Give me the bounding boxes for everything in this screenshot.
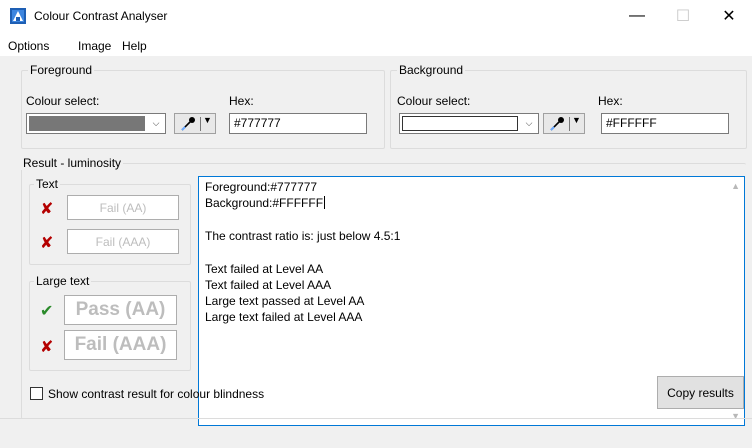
scroll-down-icon[interactable]: ▼ — [731, 411, 740, 421]
background-group-label: Background — [397, 63, 466, 77]
picker-separator — [200, 117, 201, 131]
result-line: Foreground:#777777 — [205, 180, 318, 194]
bg-eyedropper-button[interactable]: ▼ — [543, 113, 585, 134]
large-text-results-group: Large text ✔ Pass (AA) ✘ Fail (AAA) — [29, 274, 191, 371]
fg-hex-input[interactable]: #777777 — [229, 113, 367, 134]
fail-icon: ✘ — [40, 235, 54, 252]
result-line: Background:#FFFFFF — [205, 196, 326, 210]
bg-hex-label: Hex: — [598, 94, 623, 108]
text-group-label: Text — [34, 177, 61, 191]
menu-bar: Options Image Help — [0, 36, 752, 56]
status-bar-divider — [0, 418, 752, 419]
result-group-label: Result - luminosity — [21, 156, 124, 170]
colourblind-checkbox[interactable] — [30, 387, 43, 400]
scroll-up-icon[interactable]: ▲ — [731, 181, 740, 191]
window-title: Colour Contrast Analyser — [34, 9, 168, 23]
title-bar: Colour Contrast Analyser — ☐ ✕ — [0, 0, 752, 32]
text-caret — [324, 196, 326, 209]
large-text-group-label: Large text — [34, 274, 92, 288]
result-line: The contrast ratio is: just below 4.5:1 — [205, 229, 401, 243]
chevron-down-icon[interactable]: ▼ — [572, 115, 581, 125]
pass-icon: ✔ — [40, 303, 54, 320]
result-line: Large text passed at Level AA — [205, 294, 365, 308]
fail-icon: ✘ — [40, 339, 54, 356]
background-group: Background Colour select: Hex: ⌵ ▼ #FFFF… — [390, 63, 747, 149]
large-aaa-result: Fail (AAA) — [64, 330, 177, 360]
chevron-down-icon[interactable]: ▼ — [203, 115, 212, 125]
foreground-group-label: Foreground — [28, 63, 95, 77]
text-results-group: Text ✘ Fail (AA) ✘ Fail (AAA) — [29, 177, 191, 265]
fg-colour-select-label: Colour select: — [26, 94, 100, 108]
bg-colour-select-label: Colour select: — [397, 94, 471, 108]
maximize-button[interactable]: ☐ — [660, 0, 706, 32]
menu-options[interactable]: Options — [8, 39, 49, 53]
close-button[interactable]: ✕ — [706, 0, 752, 32]
menu-help[interactable]: Help — [122, 39, 147, 53]
large-aa-result: Pass (AA) — [64, 295, 177, 325]
fg-hex-label: Hex: — [229, 94, 254, 108]
text-aaa-result: Fail (AAA) — [67, 229, 179, 254]
foreground-group: Foreground Colour select: Hex: ⌵ ▼ #7777… — [21, 63, 385, 149]
client-area: Foreground Colour select: Hex: ⌵ ▼ #7777… — [0, 56, 752, 448]
chevron-down-icon: ⌵ — [525, 118, 533, 128]
picker-separator — [569, 117, 570, 131]
bg-colour-swatch — [402, 116, 518, 131]
fg-colour-swatch — [29, 116, 145, 131]
app-icon — [10, 8, 26, 24]
fg-colour-combo[interactable]: ⌵ — [26, 113, 166, 134]
result-line: Large text failed at Level AAA — [205, 310, 363, 324]
colourblind-label[interactable]: Show contrast result for colour blindnes… — [48, 387, 264, 401]
fg-eyedropper-button[interactable]: ▼ — [174, 113, 216, 134]
menu-image[interactable]: Image — [78, 39, 111, 53]
minimize-button[interactable]: — — [614, 0, 660, 32]
chevron-down-icon: ⌵ — [152, 118, 160, 128]
fail-icon: ✘ — [40, 201, 54, 218]
bg-colour-combo[interactable]: ⌵ — [399, 113, 539, 134]
eyedropper-icon — [181, 117, 195, 131]
text-aa-result: Fail (AA) — [67, 195, 179, 220]
copy-results-button[interactable]: Copy results — [657, 376, 744, 409]
result-line: Text failed at Level AA — [205, 262, 324, 276]
result-line: Text failed at Level AAA — [205, 278, 332, 292]
bg-hex-input[interactable]: #FFFFFF — [601, 113, 729, 134]
eyedropper-icon — [550, 117, 564, 131]
